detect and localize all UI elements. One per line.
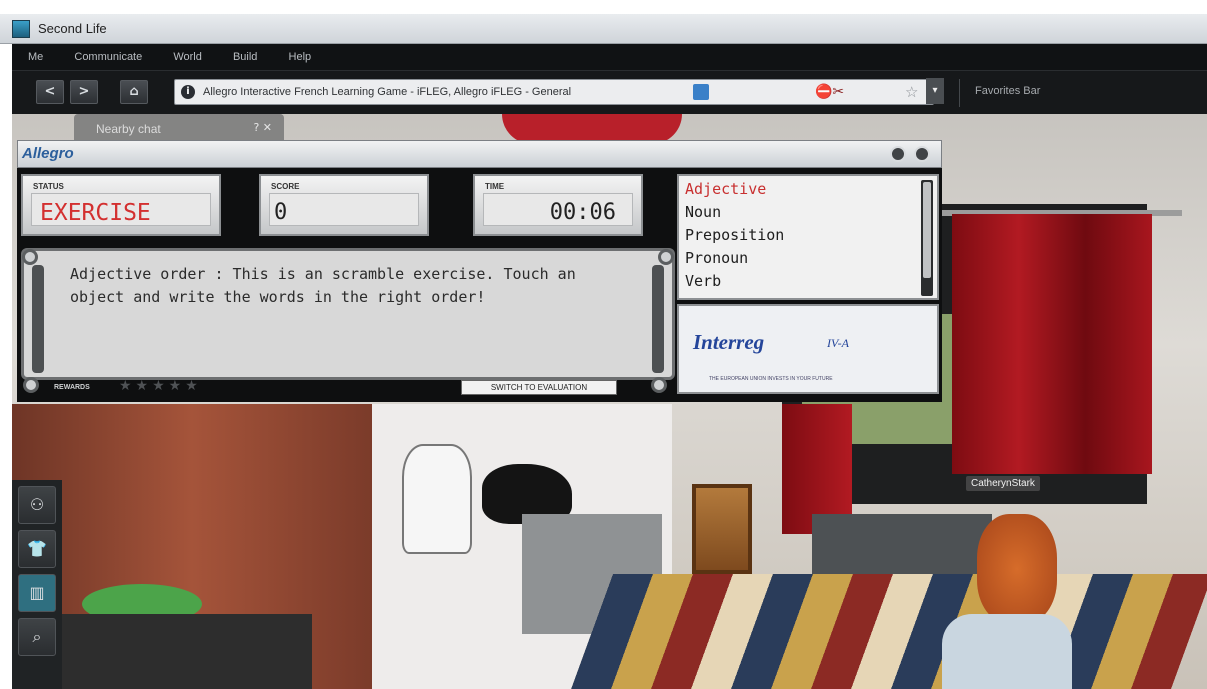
window-titlebar: Second Life: [0, 14, 1207, 44]
corner-knob: [23, 377, 39, 393]
list-item[interactable]: Verb: [685, 272, 721, 290]
time-value: 00:06: [549, 200, 616, 225]
list-item[interactable]: Pronoun: [685, 249, 748, 267]
menu-bar: Me Communicate World Build Help: [12, 44, 1207, 70]
avatar-body: [942, 614, 1072, 689]
nearby-chat-tab[interactable]: Nearby chat ? ✕: [74, 114, 284, 142]
corner-knob: [22, 249, 38, 265]
people-icon[interactable]: ⚇: [18, 486, 56, 524]
window-title: Second Life: [38, 21, 107, 36]
score-label: SCORE: [271, 182, 300, 191]
apron: [402, 444, 472, 554]
list-item[interactable]: Noun: [685, 203, 721, 221]
close-icon[interactable]: ? ✕: [253, 121, 272, 134]
info-icon[interactable]: i: [181, 85, 195, 99]
close-icon[interactable]: [914, 146, 930, 162]
word-category-list: Adjective Noun Preposition Pronoun Verb: [677, 174, 939, 300]
menu-communicate[interactable]: Communicate: [74, 51, 142, 63]
interreg-logo-panel: Interreg IV-A THE EUROPEAN UNION INVESTS…: [677, 304, 939, 394]
interreg-logo-suffix: IV-A: [827, 336, 849, 350]
map-icon[interactable]: ▥: [18, 574, 56, 612]
nearby-chat-title: Nearby chat: [96, 122, 161, 136]
time-panel: TIME 00:06: [473, 174, 643, 236]
left-rail: [32, 265, 44, 373]
allegro-logo: Allegro: [22, 145, 74, 162]
status-value: EXERCISE: [40, 200, 151, 226]
status-field: EXERCISE: [31, 193, 211, 226]
corner-knob: [658, 249, 674, 265]
score-panel: SCORE 0: [259, 174, 429, 236]
table: [812, 514, 992, 574]
location-text: Allegro Interactive French Learning Game…: [203, 86, 572, 98]
second-life-app-icon: [12, 20, 30, 38]
home-button[interactable]: ⌂: [120, 80, 148, 104]
time-field: 00:06: [483, 193, 633, 226]
scrollbar-thumb[interactable]: [923, 182, 931, 278]
switch-to-evaluation-button[interactable]: SWITCH TO EVALUATION: [461, 380, 617, 395]
search-icon[interactable]: ⌕: [18, 618, 56, 656]
counter: [62, 614, 312, 689]
status-panel: STATUS EXERCISE: [21, 174, 221, 236]
time-label: TIME: [485, 182, 505, 191]
minimize-icon[interactable]: [890, 146, 906, 162]
rug: [571, 574, 1207, 689]
navigation-bar: < > ⌂ i Allegro Interactive French Learn…: [12, 70, 1207, 114]
floor-lamp: [692, 484, 752, 574]
list-scrollbar[interactable]: [921, 180, 933, 296]
red-curtain: [952, 214, 1152, 474]
list-item[interactable]: Preposition: [685, 226, 784, 244]
menu-me[interactable]: Me: [28, 51, 43, 63]
score-field: 0: [269, 193, 419, 226]
shirt-icon[interactable]: 👕: [18, 530, 56, 568]
list-item[interactable]: Adjective: [685, 180, 766, 198]
allegro-hud: Nearby chat ? ✕ Allegro STATUS EXERCISE …: [17, 114, 942, 402]
back-button[interactable]: <: [36, 80, 64, 104]
menu-world[interactable]: World: [173, 51, 202, 63]
voice-icon[interactable]: [693, 84, 709, 100]
forward-button[interactable]: >: [70, 80, 98, 104]
menu-help[interactable]: Help: [289, 51, 312, 63]
interreg-tagline: THE EUROPEAN UNION INVESTS IN YOUR FUTUR…: [709, 376, 833, 382]
hud-header: Allegro: [17, 140, 942, 168]
location-dropdown-button[interactable]: ▾: [926, 78, 944, 104]
rewards-label: REWARDS: [54, 384, 90, 391]
parcel-flags-icon[interactable]: ⛔✂: [815, 84, 844, 100]
rewards-stars: ★★★★★: [119, 378, 202, 394]
corner-knob: [651, 377, 667, 393]
interreg-logo: Interreg: [693, 330, 765, 354]
right-rail: [652, 265, 664, 373]
favorites-bar-label[interactable]: Favorites Bar: [975, 85, 1040, 97]
divider: [959, 79, 960, 107]
avatar-hair: [977, 514, 1057, 624]
exercise-message-box: Adjective order : This is an scramble ex…: [21, 248, 675, 380]
exercise-instructions: Adjective order : This is an scramble ex…: [70, 265, 576, 306]
location-bar[interactable]: i Allegro Interactive French Learning Ga…: [174, 79, 934, 105]
hud-body: STATUS EXERCISE SCORE 0 TIME 00:06 Adjec…: [17, 168, 942, 402]
favorite-star-icon[interactable]: ☆: [905, 83, 918, 101]
score-value: 0: [274, 200, 288, 225]
avatar-name-tag: CatherynStark: [966, 476, 1040, 491]
status-label: STATUS: [33, 182, 64, 191]
side-toolbar: ⚇ 👕 ▥ ⌕: [12, 480, 62, 689]
menu-build[interactable]: Build: [233, 51, 257, 63]
